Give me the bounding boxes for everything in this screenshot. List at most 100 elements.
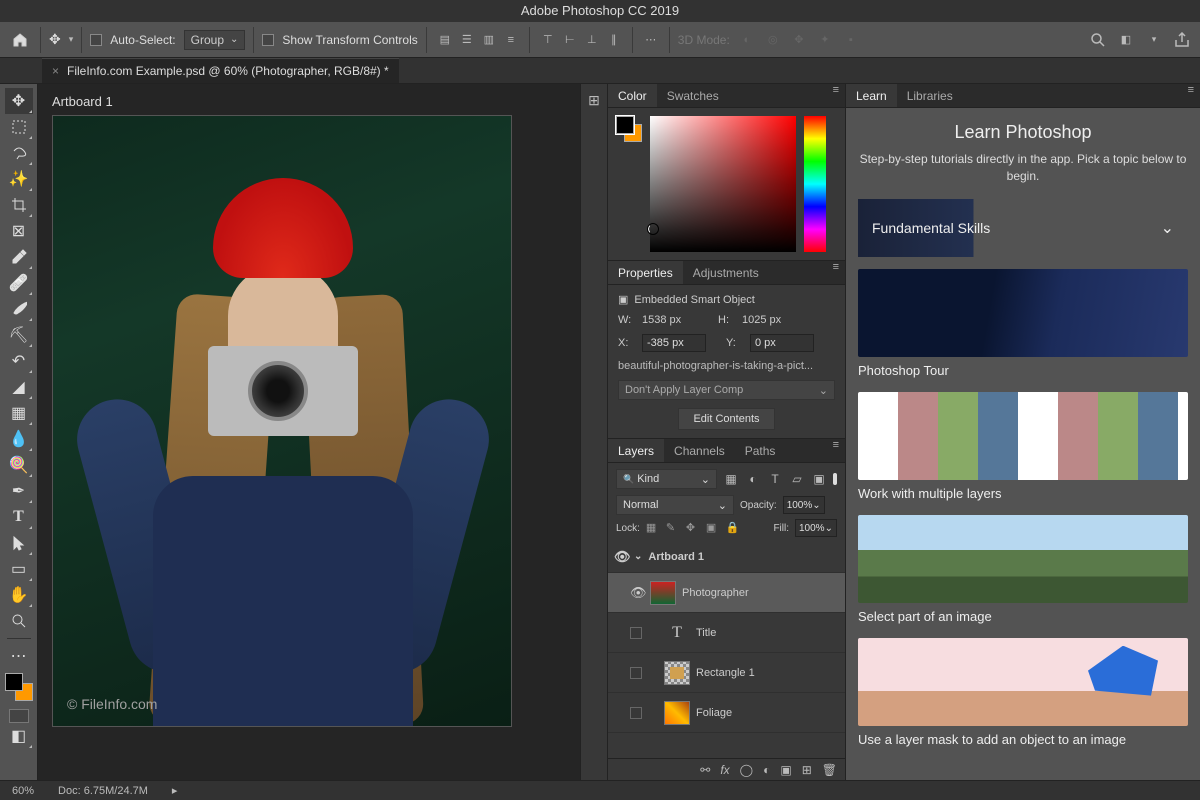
align-right-icon[interactable]: ▥: [479, 30, 499, 50]
layer-row[interactable]: 👁 Photographer: [608, 573, 845, 613]
tutorial-card[interactable]: Work with multiple layers: [858, 392, 1188, 501]
filter-shape-icon[interactable]: ▱: [789, 471, 805, 487]
foreground-swatch[interactable]: [5, 673, 23, 691]
eyedropper-tool[interactable]: [5, 244, 33, 270]
blur-tool[interactable]: 💧: [5, 426, 33, 452]
path-select-tool[interactable]: [5, 530, 33, 556]
tab-layers[interactable]: Layers: [608, 439, 664, 462]
artboard-label[interactable]: Artboard 1: [38, 84, 580, 115]
zoom-tool[interactable]: [5, 608, 33, 634]
share-icon[interactable]: [1172, 30, 1192, 50]
edit-contents-button[interactable]: Edit Contents: [678, 408, 774, 430]
canvas[interactable]: © FileInfo.com: [52, 115, 512, 727]
home-button[interactable]: [8, 28, 32, 52]
move-tool[interactable]: ✥: [5, 88, 33, 114]
tab-learn[interactable]: Learn: [846, 84, 897, 107]
visibility-icon[interactable]: 👁: [630, 585, 644, 601]
layer-row-artboard[interactable]: 👁 ⌄ Artboard 1: [608, 541, 845, 573]
align-top-icon[interactable]: ⊤: [538, 30, 558, 50]
align-bottom-icon[interactable]: ⊥: [582, 30, 602, 50]
history-brush-tool[interactable]: ↶: [5, 348, 33, 374]
tab-channels[interactable]: Channels: [664, 439, 735, 462]
filter-kind-select[interactable]: Kind⌄: [616, 469, 717, 489]
show-transform-checkbox[interactable]: [262, 34, 274, 46]
screen-mode-tool[interactable]: ◧: [5, 723, 33, 749]
tab-properties[interactable]: Properties: [608, 261, 683, 284]
color-field[interactable]: [650, 116, 796, 252]
opacity-input[interactable]: 100%⌄: [783, 496, 825, 514]
auto-select-dropdown[interactable]: Group: [184, 30, 246, 50]
crop-tool[interactable]: [5, 192, 33, 218]
filter-toggle[interactable]: [833, 473, 837, 485]
filter-adjustment-icon[interactable]: ◐: [745, 471, 761, 487]
doc-size[interactable]: Doc: 6.75M/24.7M: [58, 785, 148, 797]
quick-mask-toggle[interactable]: [9, 709, 29, 723]
link-layers-icon[interactable]: ⚯: [700, 763, 710, 777]
screen-mode-icon[interactable]: ◧: [1116, 30, 1136, 50]
clone-stamp-tool[interactable]: ⛏: [5, 322, 33, 348]
lock-position-icon[interactable]: ✥: [686, 521, 700, 535]
lock-all-icon[interactable]: 🔒: [726, 521, 740, 535]
marquee-tool[interactable]: [5, 114, 33, 140]
lock-pixels-icon[interactable]: ✎: [666, 521, 680, 535]
tab-paths[interactable]: Paths: [735, 439, 786, 462]
new-layer-icon[interactable]: ⊞: [802, 763, 812, 777]
x-input[interactable]: [642, 334, 706, 352]
document-tab[interactable]: × FileInfo.com Example.psd @ 60% (Photog…: [42, 58, 399, 83]
align-left-icon[interactable]: ▤: [435, 30, 455, 50]
eraser-tool[interactable]: ◢: [5, 374, 33, 400]
lasso-tool[interactable]: [5, 140, 33, 166]
panel-icon[interactable]: ⊞: [584, 90, 604, 110]
fundamental-skills-accordion[interactable]: Fundamental Skills⌄: [858, 199, 1188, 257]
zoom-level[interactable]: 60%: [12, 785, 34, 797]
layer-row[interactable]: T Title: [608, 613, 845, 653]
blend-mode-select[interactable]: Normal⌄: [616, 495, 734, 515]
filter-type-icon[interactable]: T: [767, 471, 783, 487]
color-swatches[interactable]: [5, 673, 33, 701]
status-chevron-icon[interactable]: ▸: [172, 784, 178, 797]
tutorial-card[interactable]: Select part of an image: [858, 515, 1188, 624]
edit-toolbar[interactable]: ⋯: [5, 643, 33, 669]
healing-tool[interactable]: 🩹: [5, 270, 33, 296]
filter-smart-icon[interactable]: ▣: [811, 471, 827, 487]
tutorial-card[interactable]: Use a layer mask to add an object to an …: [858, 638, 1188, 747]
filter-pixel-icon[interactable]: ▦: [723, 471, 739, 487]
more-options-icon[interactable]: ⋯: [641, 30, 661, 50]
add-mask-icon[interactable]: ◯: [740, 763, 753, 777]
fill-input[interactable]: 100%⌄: [795, 519, 837, 537]
magic-wand-tool[interactable]: ✨: [5, 166, 33, 192]
tab-color[interactable]: Color: [608, 84, 657, 107]
lock-transparency-icon[interactable]: ▦: [646, 521, 660, 535]
tab-swatches[interactable]: Swatches: [657, 84, 729, 107]
brush-tool[interactable]: [5, 296, 33, 322]
panel-menu-icon[interactable]: ≡: [1182, 84, 1200, 107]
visibility-checkbox[interactable]: [630, 627, 642, 639]
chevron-down-icon[interactable]: ▾: [1144, 30, 1164, 50]
lock-artboard-icon[interactable]: ▣: [706, 521, 720, 535]
panel-menu-icon[interactable]: ≡: [827, 439, 845, 462]
auto-select-checkbox[interactable]: [90, 34, 102, 46]
type-tool[interactable]: T: [5, 504, 33, 530]
align-justify-icon[interactable]: ≡: [501, 30, 521, 50]
delete-layer-icon[interactable]: 🗑: [822, 763, 837, 777]
hand-tool[interactable]: ✋: [5, 582, 33, 608]
align-middle-icon[interactable]: ⊢: [560, 30, 580, 50]
new-group-icon[interactable]: ▣: [780, 763, 791, 777]
tutorial-card[interactable]: Photoshop Tour: [858, 269, 1188, 378]
pen-tool[interactable]: ✒: [5, 478, 33, 504]
shape-tool[interactable]: ▭: [5, 556, 33, 582]
align-center-h-icon[interactable]: ☰: [457, 30, 477, 50]
search-icon[interactable]: [1088, 30, 1108, 50]
close-tab-icon[interactable]: ×: [52, 64, 59, 78]
hue-strip[interactable]: [804, 116, 826, 252]
chevron-down-icon[interactable]: ⌄: [634, 551, 642, 562]
visibility-icon[interactable]: 👁: [614, 549, 628, 565]
gradient-tool[interactable]: ▦: [5, 400, 33, 426]
frame-tool[interactable]: ⊠: [5, 218, 33, 244]
distribute-icon[interactable]: ∥: [604, 30, 624, 50]
layer-comp-select[interactable]: Don't Apply Layer Comp⌄: [618, 380, 835, 400]
new-adjustment-icon[interactable]: ◐: [763, 763, 770, 777]
layer-fx-icon[interactable]: fx: [720, 763, 729, 777]
panel-menu-icon[interactable]: ≡: [827, 84, 845, 107]
visibility-checkbox[interactable]: [630, 667, 642, 679]
